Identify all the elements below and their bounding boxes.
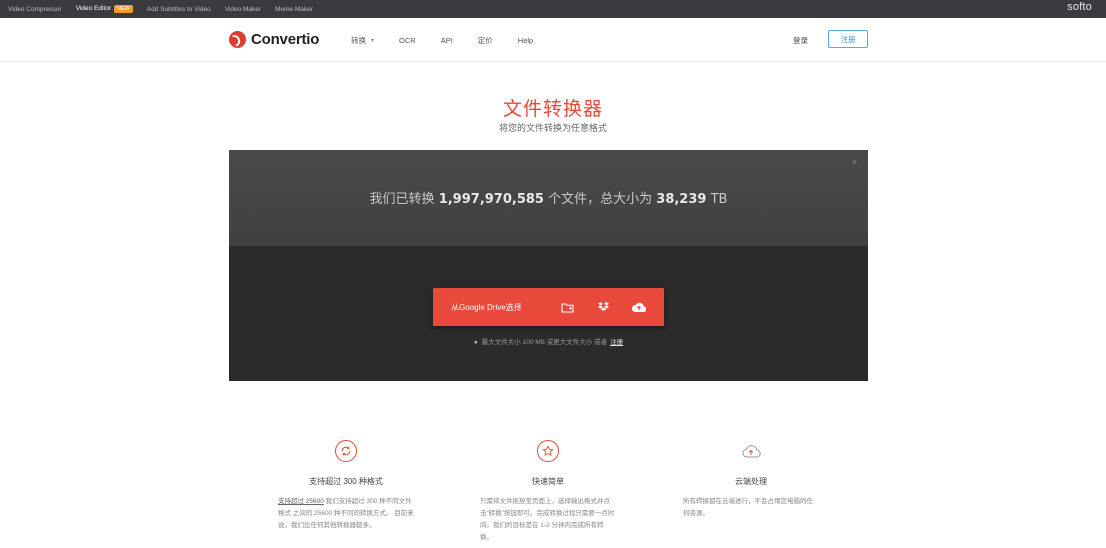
- nav-ocr[interactable]: OCR: [399, 35, 416, 46]
- feature-cloud-title: 云端处理: [735, 477, 767, 486]
- folder-icon[interactable]: [549, 288, 585, 326]
- topbar-link-video-editor-label: Video Editor: [75, 5, 112, 12]
- feature-formats-desc-link[interactable]: 支持超过 25600: [278, 498, 324, 505]
- hint-bullet: ●: [473, 339, 478, 346]
- topbar-link-video-compressor[interactable]: Video Compressor: [8, 6, 62, 13]
- hint-signup-link[interactable]: 注册: [610, 339, 623, 346]
- signup-button[interactable]: 注册: [828, 30, 868, 48]
- nav-convert-label: 转换: [351, 36, 366, 45]
- total-size: 38,239: [656, 192, 707, 207]
- topbar-links: Video Compressor Video Editor NEW Add Sub…: [0, 5, 327, 13]
- feature-formats: 支持超过 300 种格式 支持超过 25600 我们支持超过 300 种不同文件…: [266, 440, 426, 532]
- nav-convert[interactable]: 转换 ▾: [351, 35, 374, 46]
- feature-fast: 快速简单 只需将文件拖放至页面上，选择输出格式并点击“转换”按钮即可。完成转换过…: [468, 440, 628, 544]
- google-drive-icon[interactable]: [621, 288, 657, 326]
- upload-hint: ● 最大文件大小 100 MB 或更大文件大小 或者 注册: [229, 336, 868, 346]
- chevron-down-icon: ▾: [371, 38, 375, 44]
- hint-text: 最大文件大小 100 MB 或更大文件大小 或者: [481, 339, 608, 346]
- stats-middle: 个文件，总大小为: [548, 192, 653, 207]
- feature-formats-title: 支持超过 300 种格式: [309, 477, 383, 486]
- feature-cloud: 云端处理 所有转换都在云端进行，不会占用您电脑的任何资源。: [671, 440, 831, 520]
- stats-banner: × 我们已转换 1,997,970,585 个文件，总大小为 38,239 TB: [229, 150, 868, 246]
- softo-topbar: Video Compressor Video Editor NEW Add Sub…: [0, 0, 1106, 18]
- convertio-logo-icon: [229, 31, 246, 48]
- new-badge: NEW: [114, 5, 133, 13]
- topbar-link-video-editor[interactable]: Video Editor NEW: [76, 5, 133, 13]
- page-title: 文件转换器: [502, 98, 603, 120]
- conversion-stats: 我们已转换 1,997,970,585 个文件，总大小为 38,239 TB: [229, 188, 868, 207]
- convertio-logo[interactable]: Convertio: [229, 31, 319, 48]
- choose-from-google-drive-button[interactable]: 从Google Drive选择: [433, 302, 549, 313]
- nav-pricing[interactable]: 定价: [478, 35, 493, 46]
- close-icon[interactable]: ×: [852, 157, 857, 167]
- topbar-link-add-subtitles[interactable]: Add Subtitles to Video: [147, 6, 211, 13]
- topbar-link-meme-maker[interactable]: Meme Maker: [275, 6, 313, 13]
- files-count: 1,997,970,585: [438, 192, 544, 207]
- cloud-icon: [740, 440, 762, 462]
- star-icon: [537, 440, 559, 462]
- converter-panel: × 我们已转换 1,997,970,585 个文件，总大小为 38,239 TB…: [229, 150, 868, 381]
- main-nav: 转换 ▾ OCR API 定价 Help: [351, 35, 558, 46]
- site-header: Convertio 转换 ▾ OCR API 定价 Help 登录 注册: [0, 18, 1106, 62]
- feature-fast-title: 快速简单: [532, 477, 564, 486]
- page-subtitle: 将您的文件转换为任意格式: [498, 124, 607, 134]
- login-link[interactable]: 登录: [793, 35, 808, 46]
- stats-prefix: 我们已转换: [369, 192, 435, 207]
- softo-brand-logo[interactable]: softo: [1067, 1, 1092, 13]
- size-unit: TB: [710, 192, 728, 207]
- upload-button-group: 从Google Drive选择: [433, 288, 664, 326]
- feature-cloud-desc: 所有转换都在云端进行，不会占用您电脑的任何资源。: [683, 498, 813, 517]
- nav-help[interactable]: Help: [518, 35, 533, 46]
- feature-fast-desc: 只需将文件拖放至页面上，选择输出格式并点击“转换”按钮即可。完成转换过程只需要一…: [480, 498, 615, 541]
- topbar-link-video-maker[interactable]: Video Maker: [225, 6, 261, 13]
- nav-api[interactable]: API: [441, 35, 453, 46]
- feature-formats-desc: 支持超过 25600 我们支持超过 300 种不同文件格式 之间的 25600 …: [266, 496, 426, 532]
- refresh-icon: [335, 440, 357, 462]
- dropbox-icon[interactable]: [585, 288, 621, 326]
- convertio-logo-text: Convertio: [251, 31, 320, 48]
